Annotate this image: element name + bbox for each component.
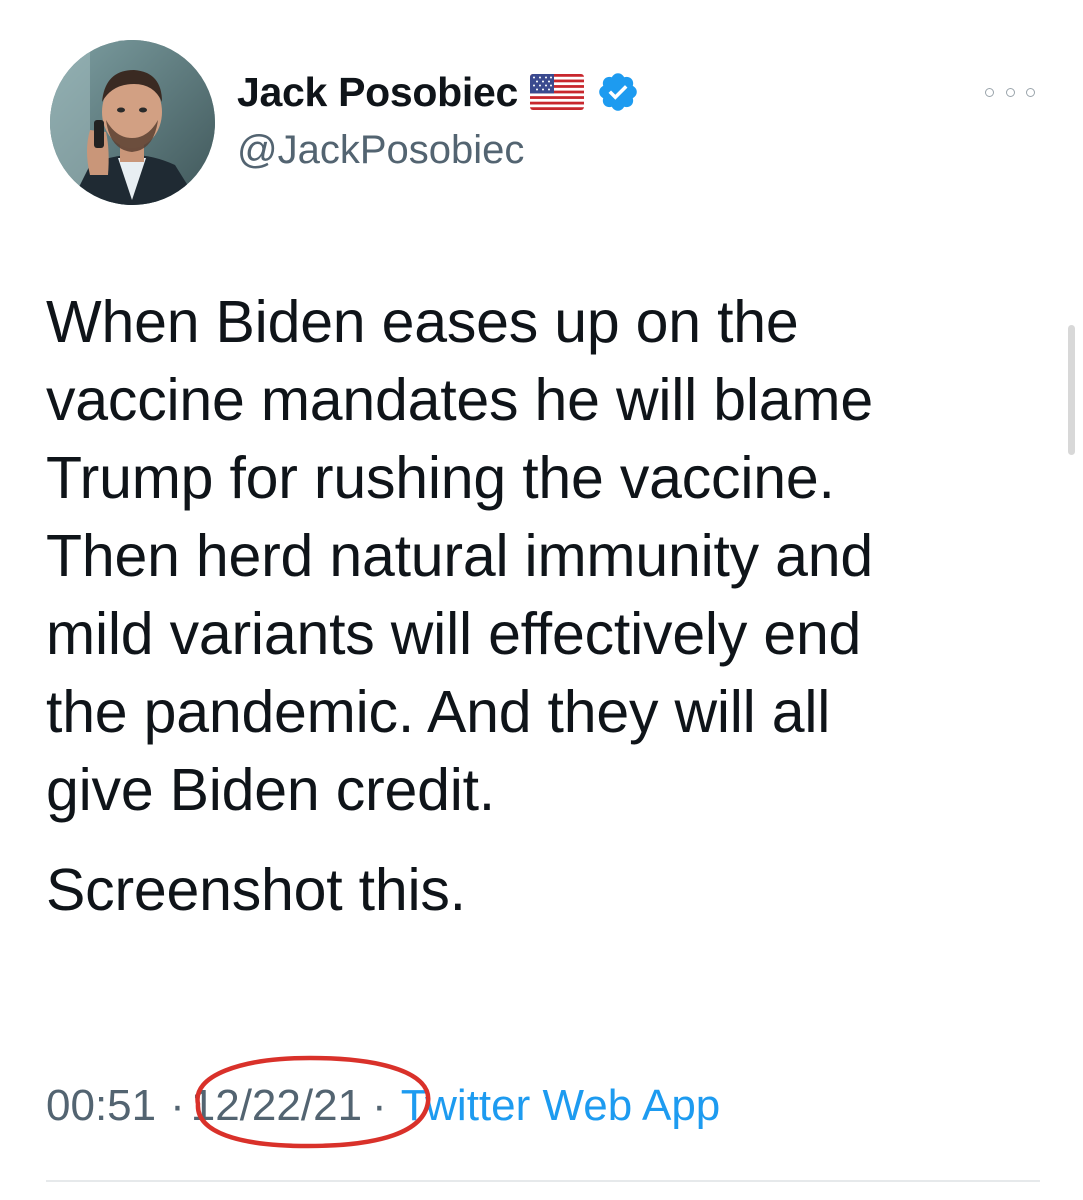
display-name-row: Jack Posobiec bbox=[237, 66, 640, 118]
tweet: Jack Posobiec @JackPosobiec When Biden e… bbox=[0, 0, 1083, 1200]
tweet-paragraph: Screenshot this. bbox=[46, 851, 1036, 929]
tweet-line: the pandemic. And they will all bbox=[46, 679, 831, 745]
divider bbox=[46, 1180, 1040, 1182]
meta-separator: · bbox=[372, 1081, 387, 1130]
more-dot bbox=[1005, 87, 1015, 97]
avatar-photo bbox=[50, 40, 215, 205]
tweet-paragraph: When Biden eases up on the vaccine manda… bbox=[46, 283, 1036, 829]
tweet-text: When Biden eases up on the vaccine manda… bbox=[46, 283, 1036, 929]
scrollbar[interactable] bbox=[1068, 325, 1075, 455]
tweet-time[interactable]: 00:51 bbox=[46, 1081, 156, 1131]
tweet-source-link[interactable]: Twitter Web App bbox=[401, 1081, 721, 1131]
tweet-line: When Biden eases up on the bbox=[46, 289, 799, 355]
tweet-line: mild variants will effectively end bbox=[46, 601, 862, 667]
more-dot bbox=[985, 87, 994, 97]
tweet-line: Screenshot this. bbox=[46, 857, 466, 923]
avatar[interactable] bbox=[50, 40, 215, 205]
more-options-icon[interactable] bbox=[985, 80, 1035, 104]
more-dot bbox=[1026, 87, 1035, 97]
tweet-line: Then herd natural immunity and bbox=[46, 523, 874, 589]
tweet-line: vaccine mandates he will blame bbox=[46, 367, 873, 433]
us-flag-icon bbox=[529, 74, 584, 110]
tweet-line: give Biden credit. bbox=[46, 757, 495, 823]
tweet-line: Trump for rushing the vaccine. bbox=[46, 445, 835, 511]
meta-separator: · bbox=[170, 1081, 185, 1130]
display-name[interactable]: Jack Posobiec bbox=[237, 69, 518, 116]
author-handle[interactable]: @JackPosobiec bbox=[237, 128, 524, 173]
verified-badge-icon bbox=[599, 73, 637, 111]
tweet-date[interactable]: 12/22/21 bbox=[191, 1081, 362, 1131]
tweet-meta: 00:51 · 12/22/21 · Twitter Web App bbox=[46, 1078, 720, 1134]
